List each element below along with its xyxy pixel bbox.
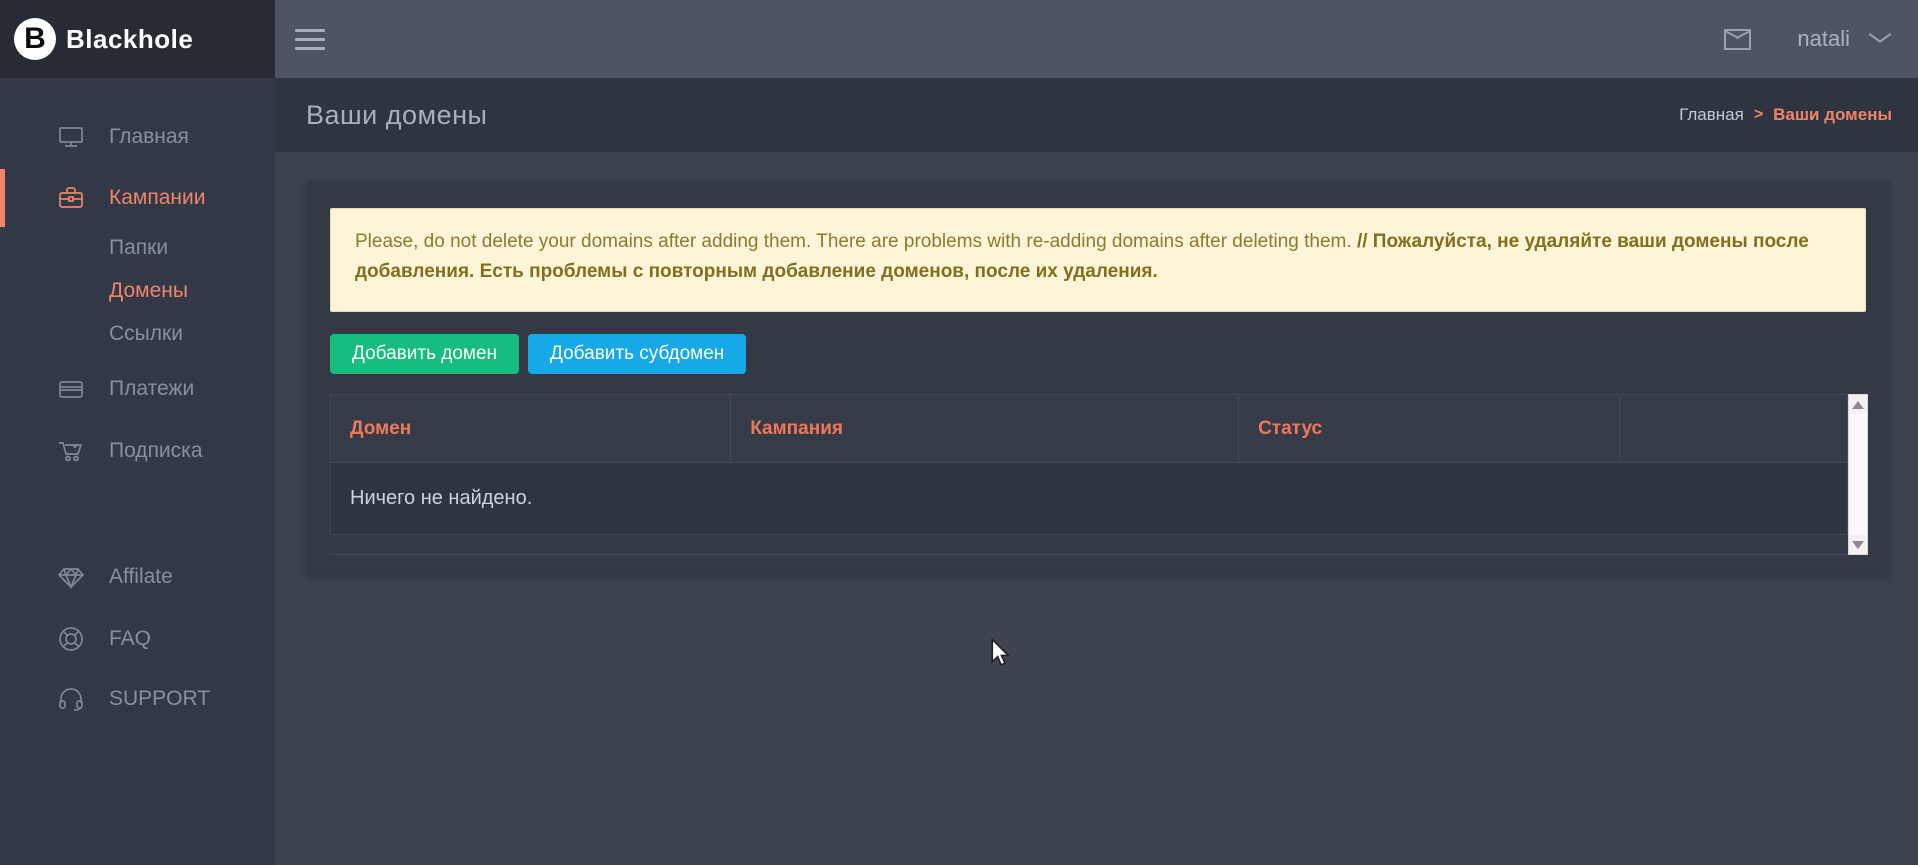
sidebar-item-glavnaya[interactable]: Главная bbox=[0, 114, 275, 160]
domains-card: Please, do not delete your domains after… bbox=[306, 181, 1890, 575]
sidebar-item-support[interactable]: SUPPORT bbox=[0, 676, 275, 722]
sidebar-item-faq[interactable]: FAQ bbox=[0, 616, 275, 662]
topbar: B Blackhole natali bbox=[0, 0, 1918, 78]
sidebar-item-platezhi[interactable]: Платежи bbox=[0, 366, 275, 412]
monitor-icon bbox=[57, 123, 85, 151]
warning-text-en: Please, do not delete your domains after… bbox=[355, 231, 1357, 252]
breadcrumb-current: Ваши домены bbox=[1773, 105, 1892, 125]
sidebar-item-kampanii[interactable]: Кампании bbox=[0, 175, 275, 221]
sidebar-item-label: FAQ bbox=[109, 627, 151, 651]
add-domain-button[interactable]: Добавить домен bbox=[330, 334, 519, 374]
sidebar-subitem-ssylki[interactable]: Ссылки bbox=[0, 312, 275, 355]
main-content: Please, do not delete your domains after… bbox=[275, 152, 1918, 865]
column-header-domain: Домен bbox=[331, 395, 731, 462]
sidebar-item-label: Подписка bbox=[109, 439, 203, 463]
sidebar: Главная Кампании Папки Домены Ссылки Пла… bbox=[0, 78, 275, 865]
sidebar-item-label: Домены bbox=[109, 279, 188, 303]
warning-banner: Please, do not delete your domains after… bbox=[330, 208, 1866, 312]
menu-toggle-icon[interactable] bbox=[295, 23, 325, 56]
column-header-actions bbox=[1620, 395, 1847, 462]
brand-name: Blackhole bbox=[66, 24, 193, 55]
breadcrumb: Главная > Ваши домены bbox=[1679, 105, 1892, 125]
scroll-up-icon[interactable] bbox=[1849, 395, 1867, 414]
headphones-icon bbox=[57, 685, 85, 713]
breadcrumb-home-link[interactable]: Главная bbox=[1679, 105, 1744, 125]
briefcase-icon bbox=[57, 184, 85, 212]
scroll-down-icon[interactable] bbox=[1849, 535, 1867, 554]
sidebar-item-label: Кампании bbox=[109, 186, 205, 210]
sidebar-item-label: Папки bbox=[109, 236, 168, 260]
logo-icon: B bbox=[14, 18, 56, 60]
breadcrumb-separator-icon: > bbox=[1754, 106, 1763, 124]
cart-icon bbox=[57, 437, 85, 465]
sidebar-item-label: SUPPORT bbox=[109, 687, 210, 711]
sidebar-item-label: Affilate bbox=[109, 565, 173, 589]
actions-row: Добавить домен Добавить субдомен bbox=[330, 334, 746, 374]
sidebar-item-label: Ссылки bbox=[109, 322, 183, 346]
mail-icon[interactable] bbox=[1724, 29, 1751, 50]
gem-icon bbox=[57, 563, 85, 591]
page-header: Ваши домены Главная > Ваши домены bbox=[275, 78, 1918, 152]
chevron-down-icon[interactable] bbox=[1868, 32, 1892, 46]
table-scrollbar[interactable] bbox=[1848, 394, 1868, 555]
add-subdomain-button[interactable]: Добавить субдомен bbox=[528, 334, 746, 374]
user-menu-label[interactable]: natali bbox=[1797, 26, 1850, 52]
column-header-campaign: Кампания bbox=[731, 395, 1239, 462]
table-row: Ничего не найдено. bbox=[330, 462, 1848, 535]
sidebar-item-label: Платежи bbox=[109, 377, 194, 401]
empty-message: Ничего не найдено. bbox=[350, 487, 532, 510]
sidebar-subitem-domeny[interactable]: Домены bbox=[0, 269, 275, 312]
domains-table: Домен Кампания Статус Ничего не найдено. bbox=[330, 394, 1848, 555]
sidebar-item-label: Главная bbox=[109, 125, 189, 149]
sidebar-subitem-papki[interactable]: Папки bbox=[0, 226, 275, 269]
sidebar-item-affilate[interactable]: Affilate bbox=[0, 554, 275, 600]
life-ring-icon bbox=[57, 625, 85, 653]
page-title: Ваши домены bbox=[306, 100, 487, 131]
credit-card-icon bbox=[57, 375, 85, 403]
sidebar-item-podpiska[interactable]: Подписка bbox=[0, 428, 275, 474]
table-header-row: Домен Кампания Статус bbox=[330, 394, 1848, 462]
domains-table-zone: Домен Кампания Статус Ничего не найдено. bbox=[330, 394, 1868, 555]
column-header-status: Статус bbox=[1239, 395, 1620, 462]
logo[interactable]: B Blackhole bbox=[0, 0, 275, 78]
